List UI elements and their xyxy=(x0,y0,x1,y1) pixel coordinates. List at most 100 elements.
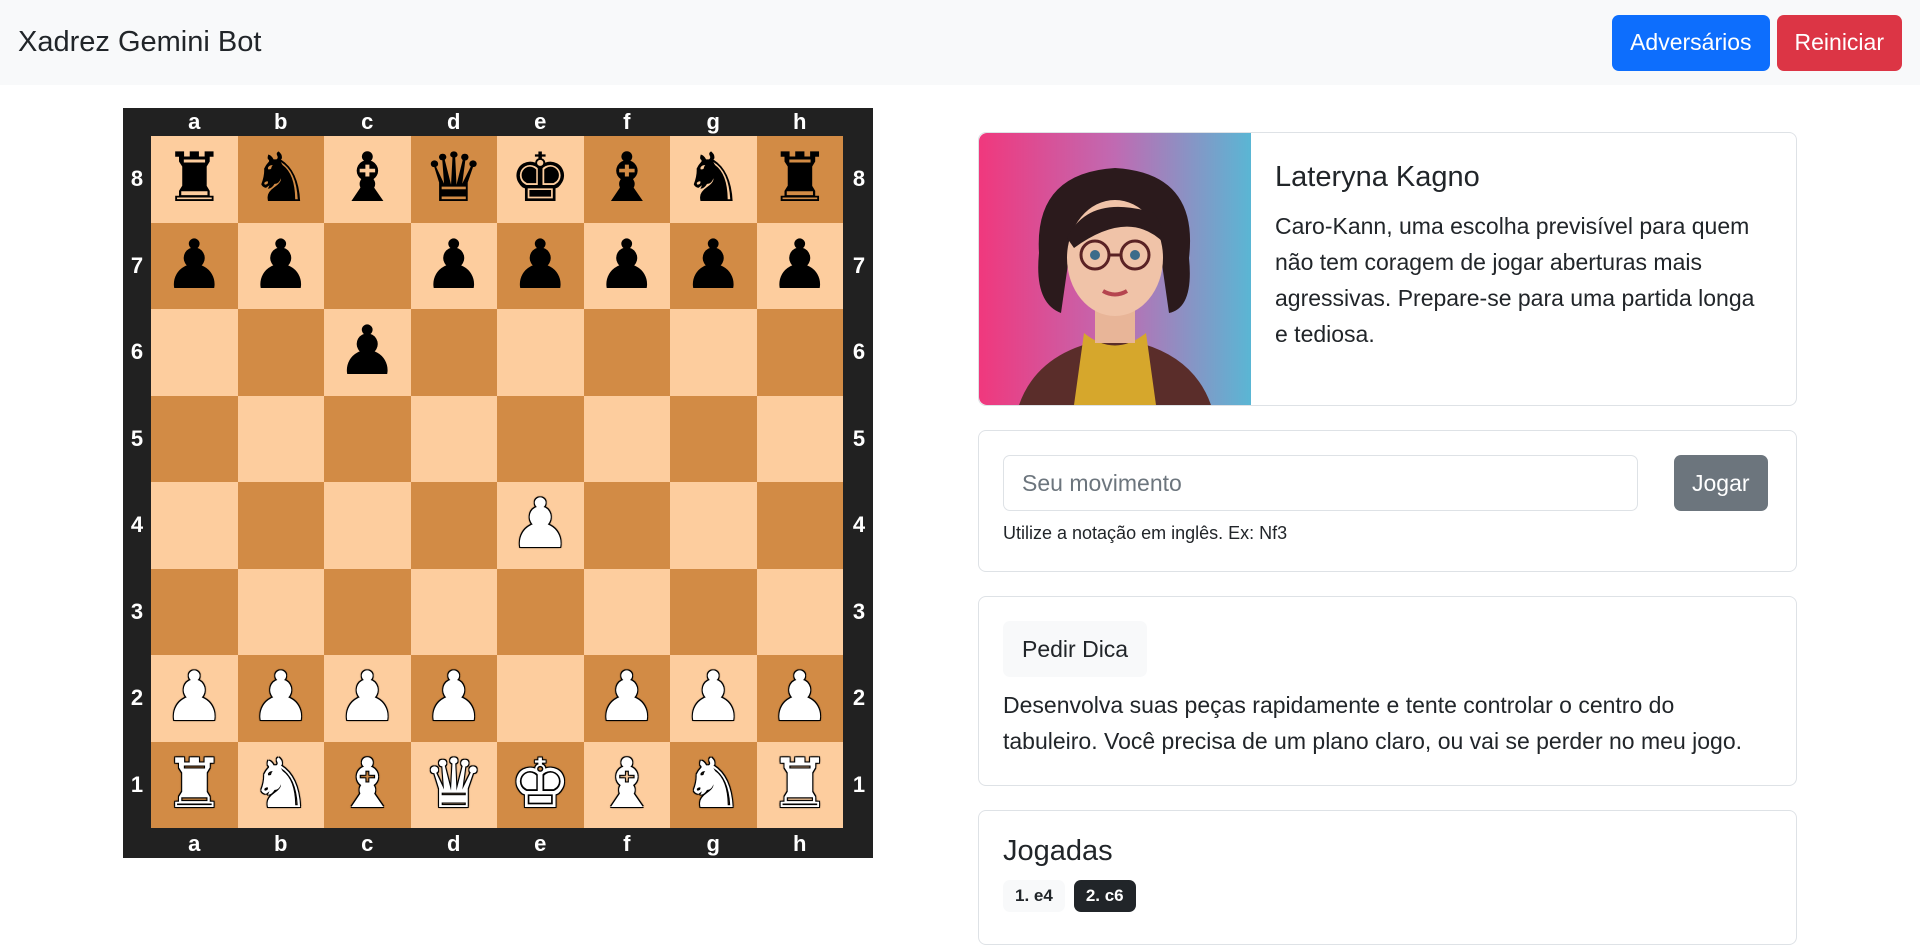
opponents-button[interactable]: Adversários xyxy=(1612,14,1770,71)
square-h4[interactable] xyxy=(756,482,843,569)
square-c4[interactable] xyxy=(324,482,411,569)
square-a8[interactable]: ♜ xyxy=(151,136,238,223)
white-pawn-icon[interactable]: ♟ xyxy=(337,664,398,732)
square-g5[interactable] xyxy=(670,395,757,482)
square-d1[interactable]: ♛ xyxy=(410,741,497,828)
black-pawn-icon[interactable]: ♟ xyxy=(596,231,657,300)
white-pawn-icon[interactable]: ♟ xyxy=(164,664,225,732)
square-d4[interactable] xyxy=(410,482,497,569)
square-d2[interactable]: ♟ xyxy=(410,655,497,742)
square-h7[interactable]: ♟ xyxy=(756,222,843,309)
white-pawn-icon[interactable]: ♟ xyxy=(769,664,830,732)
white-knight-icon[interactable]: ♞ xyxy=(683,750,744,819)
square-b1[interactable]: ♞ xyxy=(237,741,324,828)
square-c7[interactable] xyxy=(324,222,411,309)
square-d3[interactable] xyxy=(410,568,497,655)
square-f4[interactable] xyxy=(583,482,670,569)
square-b7[interactable]: ♟ xyxy=(237,222,324,309)
black-king-icon[interactable]: ♚ xyxy=(510,145,571,213)
black-pawn-icon[interactable]: ♟ xyxy=(164,231,225,300)
restart-button[interactable]: Reiniciar xyxy=(1776,14,1902,71)
square-f6[interactable] xyxy=(583,309,670,396)
ask-hint-button[interactable]: Pedir Dica xyxy=(1003,621,1148,677)
square-c6[interactable]: ♟ xyxy=(324,309,411,396)
black-rook-icon[interactable]: ♜ xyxy=(164,145,225,213)
white-bishop-icon[interactable]: ♝ xyxy=(337,750,398,819)
square-d5[interactable] xyxy=(410,395,497,482)
white-bishop-icon[interactable]: ♝ xyxy=(596,750,657,819)
white-king-icon[interactable]: ♚ xyxy=(510,750,571,819)
square-g2[interactable]: ♟ xyxy=(670,655,757,742)
white-knight-icon[interactable]: ♞ xyxy=(250,750,311,819)
black-bishop-icon[interactable]: ♝ xyxy=(337,145,398,213)
move-input[interactable] xyxy=(1003,455,1638,511)
square-a5[interactable] xyxy=(151,395,238,482)
square-a7[interactable]: ♟ xyxy=(151,222,238,309)
square-d7[interactable]: ♟ xyxy=(410,222,497,309)
white-pawn-icon[interactable]: ♟ xyxy=(423,664,484,732)
white-rook-icon[interactable]: ♜ xyxy=(164,750,225,819)
white-queen-icon[interactable]: ♛ xyxy=(423,750,484,819)
square-g6[interactable] xyxy=(670,309,757,396)
square-e1[interactable]: ♚ xyxy=(497,741,584,828)
play-button[interactable]: Jogar xyxy=(1674,455,1768,511)
square-d6[interactable] xyxy=(410,309,497,396)
square-g3[interactable] xyxy=(670,568,757,655)
square-a1[interactable]: ♜ xyxy=(151,741,238,828)
square-b2[interactable]: ♟ xyxy=(237,655,324,742)
square-h5[interactable] xyxy=(756,395,843,482)
square-g7[interactable]: ♟ xyxy=(670,222,757,309)
square-e6[interactable] xyxy=(497,309,584,396)
square-f3[interactable] xyxy=(583,568,670,655)
square-e3[interactable] xyxy=(497,568,584,655)
black-knight-icon[interactable]: ♞ xyxy=(250,145,311,213)
square-e8[interactable]: ♚ xyxy=(497,136,584,223)
square-b8[interactable]: ♞ xyxy=(237,136,324,223)
square-e7[interactable]: ♟ xyxy=(497,222,584,309)
square-h2[interactable]: ♟ xyxy=(756,655,843,742)
square-b6[interactable] xyxy=(237,309,324,396)
move-badge[interactable]: 2. c6 xyxy=(1073,880,1136,912)
square-a4[interactable] xyxy=(151,482,238,569)
square-b4[interactable] xyxy=(237,482,324,569)
square-e5[interactable] xyxy=(497,395,584,482)
black-pawn-icon[interactable]: ♟ xyxy=(510,231,571,300)
square-a3[interactable] xyxy=(151,568,238,655)
square-g8[interactable]: ♞ xyxy=(670,136,757,223)
square-e2[interactable] xyxy=(497,655,584,742)
square-e4[interactable]: ♟ xyxy=(497,482,584,569)
black-pawn-icon[interactable]: ♟ xyxy=(423,231,484,300)
square-c1[interactable]: ♝ xyxy=(324,741,411,828)
white-pawn-icon[interactable]: ♟ xyxy=(683,664,744,732)
white-pawn-icon[interactable]: ♟ xyxy=(596,664,657,732)
square-c3[interactable] xyxy=(324,568,411,655)
square-f8[interactable]: ♝ xyxy=(583,136,670,223)
square-c5[interactable] xyxy=(324,395,411,482)
white-rook-icon[interactable]: ♜ xyxy=(769,750,830,819)
black-rook-icon[interactable]: ♜ xyxy=(769,145,830,213)
black-knight-icon[interactable]: ♞ xyxy=(683,145,744,213)
square-a6[interactable] xyxy=(151,309,238,396)
square-h3[interactable] xyxy=(756,568,843,655)
square-a2[interactable]: ♟ xyxy=(151,655,238,742)
black-queen-icon[interactable]: ♛ xyxy=(423,145,484,213)
square-f7[interactable]: ♟ xyxy=(583,222,670,309)
black-bishop-icon[interactable]: ♝ xyxy=(596,145,657,213)
square-c2[interactable]: ♟ xyxy=(324,655,411,742)
square-g1[interactable]: ♞ xyxy=(670,741,757,828)
black-pawn-icon[interactable]: ♟ xyxy=(337,318,398,386)
square-b3[interactable] xyxy=(237,568,324,655)
square-b5[interactable] xyxy=(237,395,324,482)
square-f1[interactable]: ♝ xyxy=(583,741,670,828)
black-pawn-icon[interactable]: ♟ xyxy=(683,231,744,300)
square-f5[interactable] xyxy=(583,395,670,482)
square-g4[interactable] xyxy=(670,482,757,569)
black-pawn-icon[interactable]: ♟ xyxy=(250,231,311,300)
square-h8[interactable]: ♜ xyxy=(756,136,843,223)
white-pawn-icon[interactable]: ♟ xyxy=(250,664,311,732)
square-c8[interactable]: ♝ xyxy=(324,136,411,223)
black-pawn-icon[interactable]: ♟ xyxy=(769,231,830,300)
white-pawn-icon[interactable]: ♟ xyxy=(510,491,571,559)
square-h6[interactable] xyxy=(756,309,843,396)
move-badge[interactable]: 1. e4 xyxy=(1003,880,1065,912)
